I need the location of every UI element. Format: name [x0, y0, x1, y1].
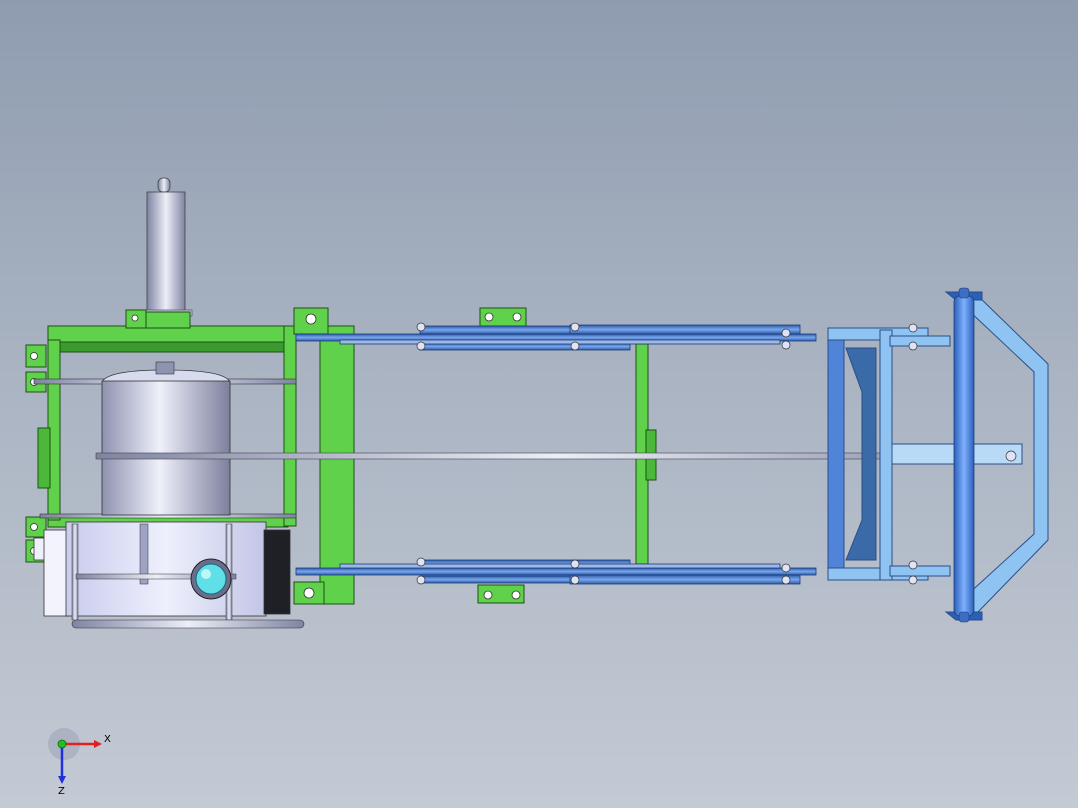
center-tie-rod [95, 452, 1017, 460]
y-axis-dot [57, 739, 67, 749]
camera-lens-icon [190, 558, 232, 600]
upper-arm-assembly[interactable] [295, 324, 817, 351]
z-axis-label: Z [58, 786, 65, 796]
orientation-triad: X Z [48, 728, 111, 796]
assembly-model[interactable] [0, 0, 1078, 808]
lower-arm-assembly[interactable] [295, 559, 817, 585]
head-roller[interactable] [953, 287, 975, 623]
drum-cylinder[interactable] [101, 361, 231, 516]
x-axis-label: X [104, 734, 111, 745]
cad-viewport[interactable]: X Z [0, 0, 1078, 808]
control-box[interactable] [33, 521, 305, 629]
